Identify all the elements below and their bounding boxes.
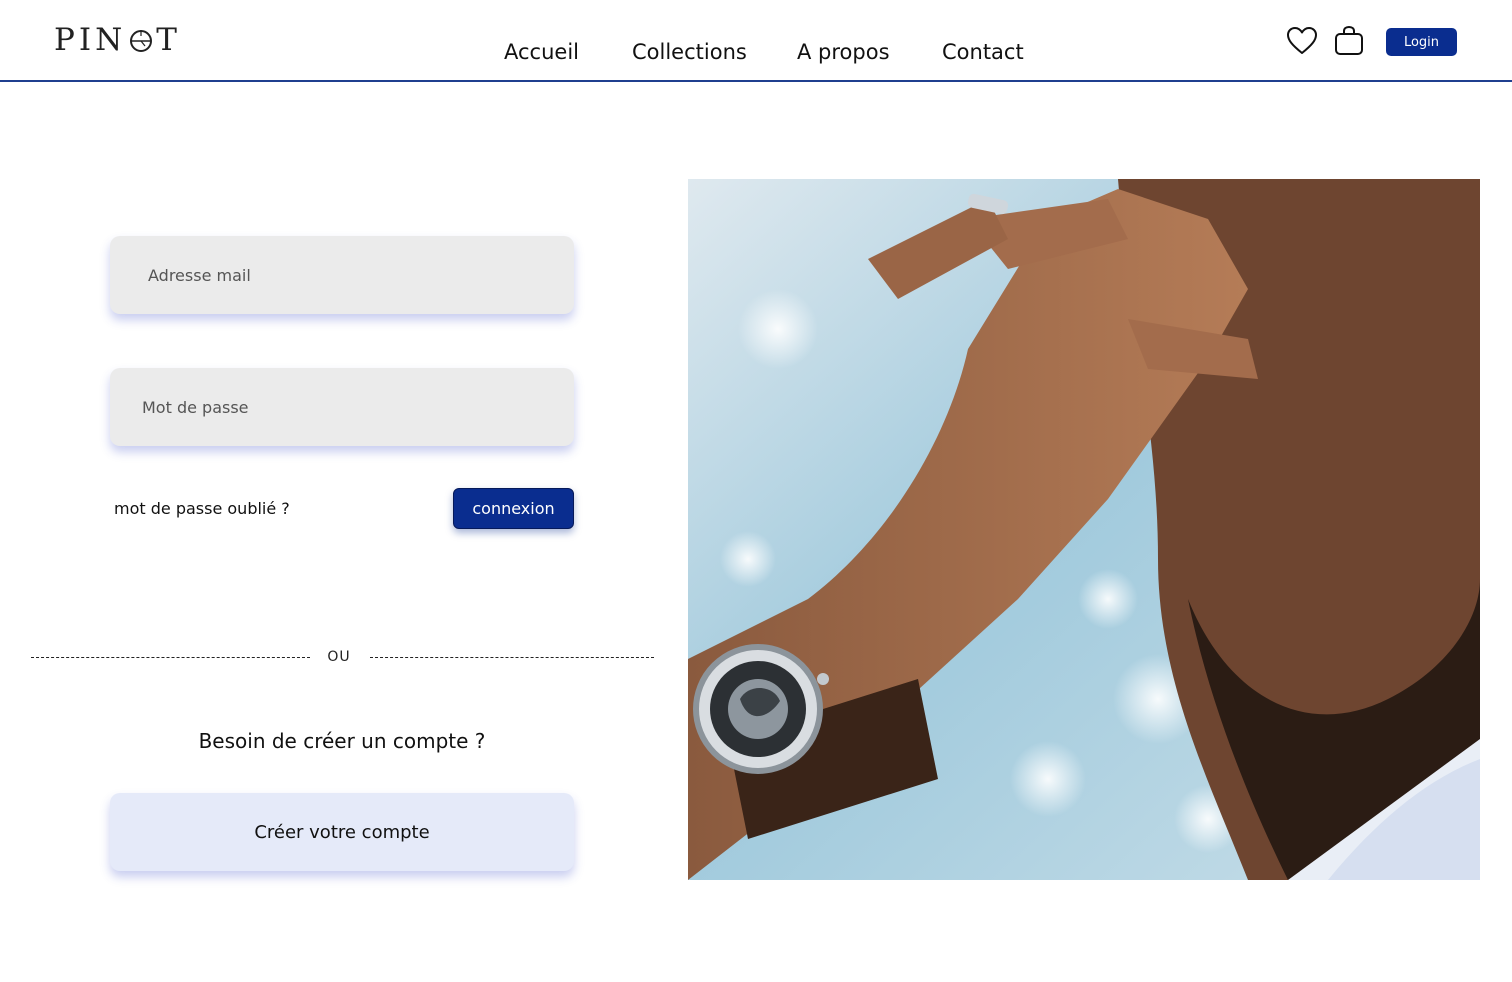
password-input[interactable]: [142, 368, 574, 446]
shopping-bag-icon: [1335, 25, 1363, 55]
cart-button[interactable]: [1332, 24, 1366, 58]
nav-item-accueil[interactable]: Accueil: [504, 40, 579, 64]
divider-line-left: [31, 657, 310, 658]
divider-label: OU: [327, 649, 351, 665]
favorites-button[interactable]: [1285, 24, 1319, 58]
site-header: PIN T Accueil Collections A propos Conta…: [0, 0, 1512, 82]
signup-prompt: Besoin de créer un compte ?: [198, 729, 486, 753]
connexion-button[interactable]: connexion: [453, 488, 574, 529]
hero-photo: [688, 179, 1480, 880]
email-input[interactable]: [148, 236, 574, 314]
nav-item-a-propos[interactable]: A propos: [797, 40, 890, 64]
email-field-wrapper: [110, 236, 574, 314]
watch-logo-icon: [130, 30, 153, 52]
heart-icon: [1287, 27, 1317, 54]
nav-item-contact[interactable]: Contact: [942, 40, 1024, 64]
login-button[interactable]: Login: [1386, 28, 1457, 56]
divider-line-right: [370, 657, 654, 658]
hero-photo-illustration: [688, 179, 1480, 880]
create-account-button[interactable]: Créer votre compte: [110, 793, 574, 871]
brand-logo[interactable]: PIN T: [54, 22, 181, 58]
nav-item-collections[interactable]: Collections: [632, 40, 747, 64]
forgot-password-link[interactable]: mot de passe oublié ?: [114, 499, 290, 518]
password-field-wrapper: [110, 368, 574, 446]
